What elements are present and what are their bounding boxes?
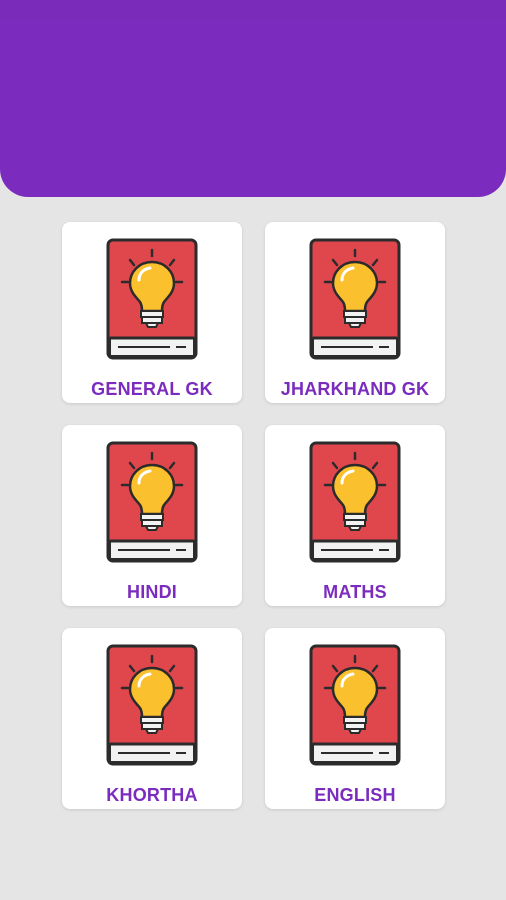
category-label: HINDI xyxy=(127,582,177,602)
book-lightbulb-icon xyxy=(106,238,198,360)
category-label: ENGLISH xyxy=(314,785,396,805)
category-card-khortha[interactable]: KHORTHA xyxy=(62,628,242,809)
category-card-jharkhand-gk[interactable]: JHARKHAND GK xyxy=(265,222,445,403)
book-lightbulb-icon xyxy=(106,441,198,563)
category-card-general-gk[interactable]: GENERAL GK xyxy=(62,222,242,403)
category-label: GENERAL GK xyxy=(91,379,213,399)
category-label: KHORTHA xyxy=(106,785,198,805)
book-lightbulb-icon xyxy=(106,644,198,766)
category-label: JHARKHAND GK xyxy=(280,379,430,399)
book-lightbulb-icon xyxy=(309,441,401,563)
category-card-english[interactable]: ENGLISH xyxy=(265,628,445,809)
category-label: MATHS xyxy=(323,582,387,602)
category-card-maths[interactable]: MATHS xyxy=(265,425,445,606)
status-bar xyxy=(0,0,506,20)
category-card-hindi[interactable]: HINDI xyxy=(62,425,242,606)
book-lightbulb-icon xyxy=(309,238,401,360)
app-header xyxy=(0,0,506,197)
book-lightbulb-icon xyxy=(309,644,401,766)
